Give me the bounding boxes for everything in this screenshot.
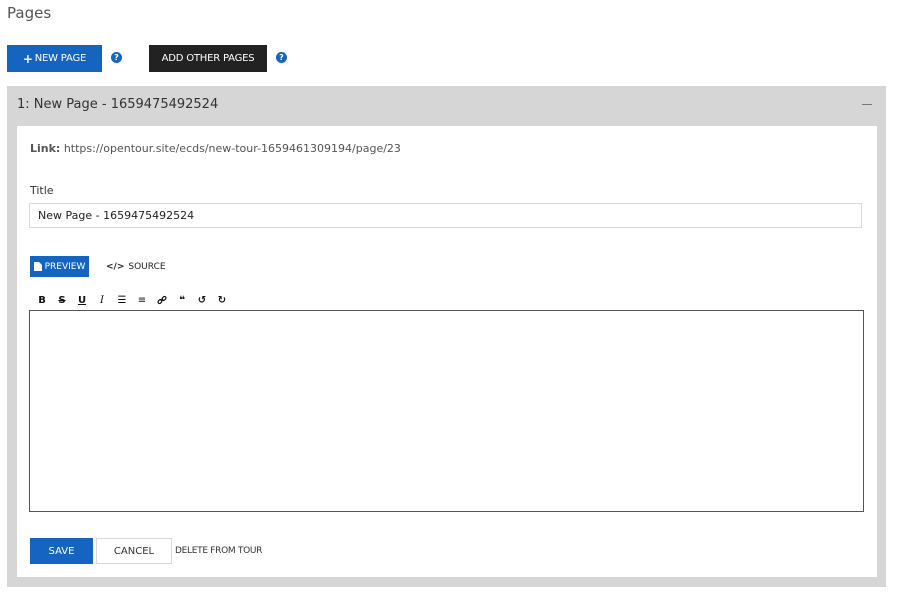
title-label: Title	[30, 184, 54, 197]
link-icon	[157, 295, 167, 305]
link-label: Link:	[30, 142, 61, 155]
tab-preview-label: PREVIEW	[44, 261, 86, 272]
undo-button[interactable]: ↺	[195, 293, 209, 307]
strikethrough-button[interactable]: S	[55, 293, 69, 307]
underline-button[interactable]: U	[75, 293, 89, 307]
tab-source[interactable]: </> SOURCE	[106, 256, 166, 277]
cancel-button[interactable]: CANCEL	[96, 538, 172, 564]
delete-from-tour-button[interactable]: DELETE FROM TOUR	[175, 538, 262, 564]
tab-preview[interactable]: PREVIEW	[30, 256, 89, 277]
editor-toolbar: B S U I ☰ ≡ ❝ ↺ ↻	[35, 293, 229, 307]
numbered-list-button[interactable]: ≡	[135, 293, 149, 307]
page-panel: 1: New Page - 1659475492524 Link: https:…	[7, 86, 886, 587]
redo-button[interactable]: ↻	[215, 293, 229, 307]
collapse-icon[interactable]	[862, 104, 872, 105]
panel-body: Link: https://opentour.site/ecds/new-tou…	[17, 126, 877, 577]
help-icon[interactable]: ?	[276, 52, 287, 63]
add-other-pages-button[interactable]: ADD OTHER PAGES	[149, 45, 267, 72]
tab-source-label: SOURCE	[128, 261, 166, 272]
add-other-pages-label: ADD OTHER PAGES	[161, 53, 255, 64]
content-editor[interactable]	[29, 310, 864, 512]
link-row: Link: https://opentour.site/ecds/new-tou…	[30, 142, 401, 155]
file-icon	[33, 262, 42, 271]
italic-button[interactable]: I	[95, 293, 109, 307]
bold-button[interactable]: B	[35, 293, 49, 307]
bullet-list-button[interactable]: ☰	[115, 293, 129, 307]
link-url[interactable]: https://opentour.site/ecds/new-tour-1659…	[64, 142, 401, 155]
page-title: Pages	[7, 4, 52, 22]
new-page-button[interactable]: + NEW PAGE	[7, 45, 102, 72]
plus-icon: +	[22, 51, 33, 66]
code-icon: </>	[106, 261, 125, 272]
save-button[interactable]: SAVE	[30, 538, 93, 564]
panel-heading[interactable]: 1: New Page - 1659475492524	[17, 97, 218, 112]
link-button[interactable]	[155, 293, 169, 307]
quote-button[interactable]: ❝	[175, 293, 189, 307]
title-input[interactable]	[29, 203, 862, 228]
help-icon[interactable]: ?	[111, 52, 122, 63]
new-page-label: NEW PAGE	[34, 53, 87, 64]
